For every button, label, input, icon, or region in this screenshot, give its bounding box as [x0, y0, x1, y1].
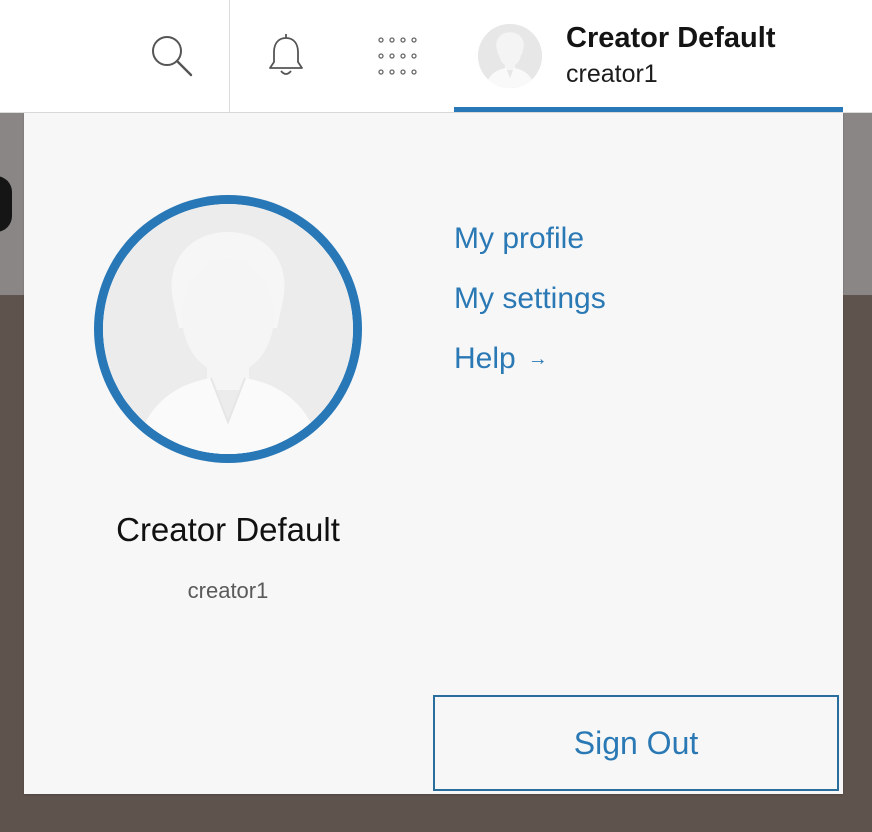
profile-menu: My profile My settings Help → [454, 217, 606, 397]
apps-grid-icon [378, 37, 417, 75]
default-user-avatar-icon [478, 24, 542, 88]
header-divider [229, 0, 230, 112]
sign-out-button[interactable]: Sign Out [433, 695, 839, 791]
menu-item-label: Help [454, 342, 516, 375]
menu-item-label: My settings [454, 282, 606, 315]
bell-icon [269, 34, 303, 75]
default-user-avatar-icon [103, 204, 353, 454]
arrow-right-icon: → [527, 348, 548, 370]
user-dropdown-panel: Creator Default creator1 My profile My s… [24, 113, 843, 794]
top-header: Creator Default creator1 [0, 0, 872, 113]
menu-item-label: My profile [454, 222, 585, 255]
help-link[interactable]: Help → [454, 337, 606, 397]
profile-avatar[interactable] [103, 204, 353, 454]
user-menu-button[interactable]: Creator Default creator1 [454, 0, 843, 112]
header-username: creator1 [566, 60, 658, 88]
search-icon [152, 36, 193, 77]
search-button[interactable] [132, 0, 212, 112]
notifications-button[interactable] [246, 0, 326, 112]
my-profile-link[interactable]: My profile [454, 217, 606, 277]
profile-username: creator1 [187, 578, 269, 603]
apps-button[interactable] [357, 0, 437, 112]
my-settings-link[interactable]: My settings [454, 277, 606, 337]
avatar [478, 24, 542, 88]
profile-full-name: Creator Default [116, 511, 340, 548]
profile-avatar-ring [94, 195, 362, 463]
active-indicator [454, 107, 843, 112]
header-user-name: Creator Default [566, 22, 776, 54]
